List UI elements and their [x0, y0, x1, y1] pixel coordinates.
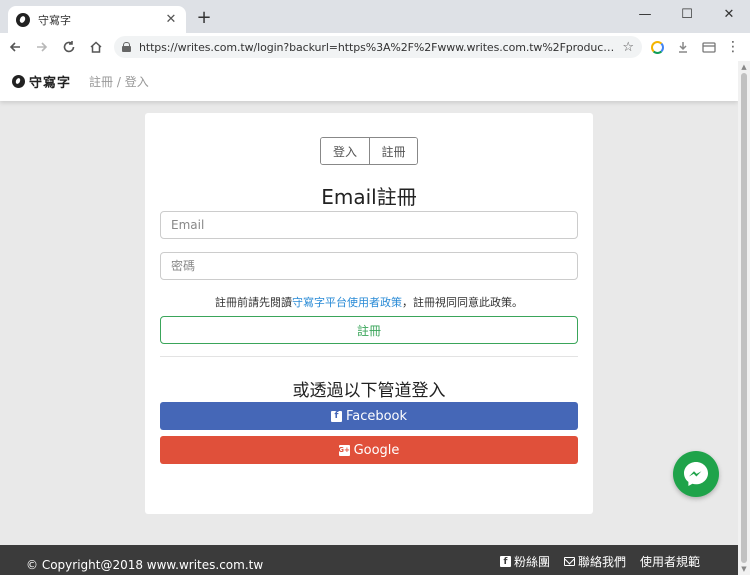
- tab-login[interactable]: 登入: [321, 138, 369, 164]
- footer-contact-link[interactable]: 聯絡我們: [563, 553, 626, 570]
- tab-title: 守寫字: [38, 13, 71, 27]
- footer-terms-link[interactable]: 使用者規範: [640, 553, 700, 570]
- auth-mode-toggle: 登入 註冊: [320, 137, 418, 165]
- minimize-button[interactable]: —: [624, 0, 666, 28]
- more-vertical-icon[interactable]: ⋮: [726, 39, 740, 55]
- scroll-down-icon[interactable]: ▼: [740, 565, 748, 573]
- lock-icon[interactable]: [122, 42, 131, 52]
- close-window-button[interactable]: ✕: [708, 0, 750, 28]
- divider: [160, 356, 578, 357]
- extension-icon[interactable]: [646, 36, 668, 58]
- site-logo[interactable]: 守寫字: [12, 72, 71, 91]
- forward-icon[interactable]: [30, 35, 54, 59]
- logo-text: 守寫字: [29, 75, 72, 91]
- browser-tab-strip: 守寫字 ✕ + — ☐ ✕: [0, 0, 750, 33]
- page-viewport: 守寫字 註冊 / 登入 登入 註冊 Email註冊 註冊前請先閱讀守寫字平台使用…: [0, 61, 738, 575]
- footer-fanpage-link[interactable]: f 粉絲團: [499, 553, 550, 570]
- reload-icon[interactable]: [57, 35, 81, 59]
- scroll-up-icon[interactable]: ▲: [740, 63, 748, 71]
- copyright-text: © Copyright@2018 www.writes.com.tw: [26, 558, 264, 572]
- facebook-login-button[interactable]: f Facebook: [160, 402, 578, 430]
- auth-card: 登入 註冊 Email註冊 註冊前請先閱讀守寫字平台使用者政策，註冊視同同意此政…: [145, 113, 593, 514]
- register-button[interactable]: 註冊: [160, 316, 578, 344]
- download-icon[interactable]: [672, 36, 694, 58]
- window-controls: — ☐ ✕: [624, 0, 750, 28]
- messenger-chat-button[interactable]: [673, 451, 719, 497]
- register-login-link[interactable]: 註冊 / 登入: [89, 73, 149, 90]
- facebook-square-icon: f: [499, 556, 511, 567]
- browser-tab[interactable]: 守寫字 ✕: [8, 6, 186, 33]
- footer-links: f 粉絲團 聯絡我們 使用者規範: [486, 553, 700, 570]
- terms-notice: 註冊前請先閱讀守寫字平台使用者政策，註冊視同同意此政策。: [145, 294, 593, 310]
- site-footer: © Copyright@2018 www.writes.com.tw f 粉絲團…: [0, 545, 738, 575]
- terms-suffix: ，註冊視同同意此政策。: [402, 296, 523, 309]
- terms-prefix: 註冊前請先閱讀: [215, 296, 292, 309]
- site-favicon-icon: [16, 12, 30, 27]
- facebook-label: Facebook: [345, 408, 408, 424]
- tab-close-icon[interactable]: ✕: [164, 12, 178, 27]
- messenger-icon: [684, 462, 708, 486]
- terms-label: 使用者規範: [639, 555, 700, 569]
- mail-icon: [563, 557, 575, 566]
- contact-label: 聯絡我們: [577, 555, 626, 569]
- url-text[interactable]: https://writes.com.tw/login?backurl=http…: [139, 41, 618, 54]
- google-login-button[interactable]: G+ Google: [160, 436, 578, 464]
- home-icon[interactable]: [84, 35, 108, 59]
- bookmark-star-icon[interactable]: ☆: [622, 40, 634, 55]
- email-field[interactable]: [160, 211, 578, 239]
- browser-toolbar: https://writes.com.tw/login?backurl=http…: [0, 33, 750, 61]
- fanpage-label: 粉絲團: [513, 555, 550, 569]
- back-icon[interactable]: [3, 35, 27, 59]
- new-tab-button[interactable]: +: [195, 9, 213, 27]
- site-navbar: 守寫字 註冊 / 登入: [0, 61, 738, 101]
- terms-link[interactable]: 守寫字平台使用者政策: [292, 296, 402, 309]
- scrollbar-thumb[interactable]: [741, 73, 747, 563]
- google-icon: G+: [338, 444, 350, 456]
- maximize-button[interactable]: ☐: [666, 0, 708, 28]
- address-bar[interactable]: https://writes.com.tw/login?backurl=http…: [114, 36, 642, 58]
- calendar-extension-icon[interactable]: [698, 36, 720, 58]
- google-label: Google: [353, 442, 400, 458]
- extension-circle-icon: [650, 40, 664, 54]
- password-field[interactable]: [160, 252, 578, 280]
- tab-register[interactable]: 註冊: [369, 138, 417, 164]
- alt-login-title: 或透過以下管道登入: [292, 381, 446, 401]
- facebook-icon: f: [330, 410, 342, 422]
- form-title: Email註冊: [321, 185, 417, 209]
- logo-mark-icon: [12, 74, 25, 88]
